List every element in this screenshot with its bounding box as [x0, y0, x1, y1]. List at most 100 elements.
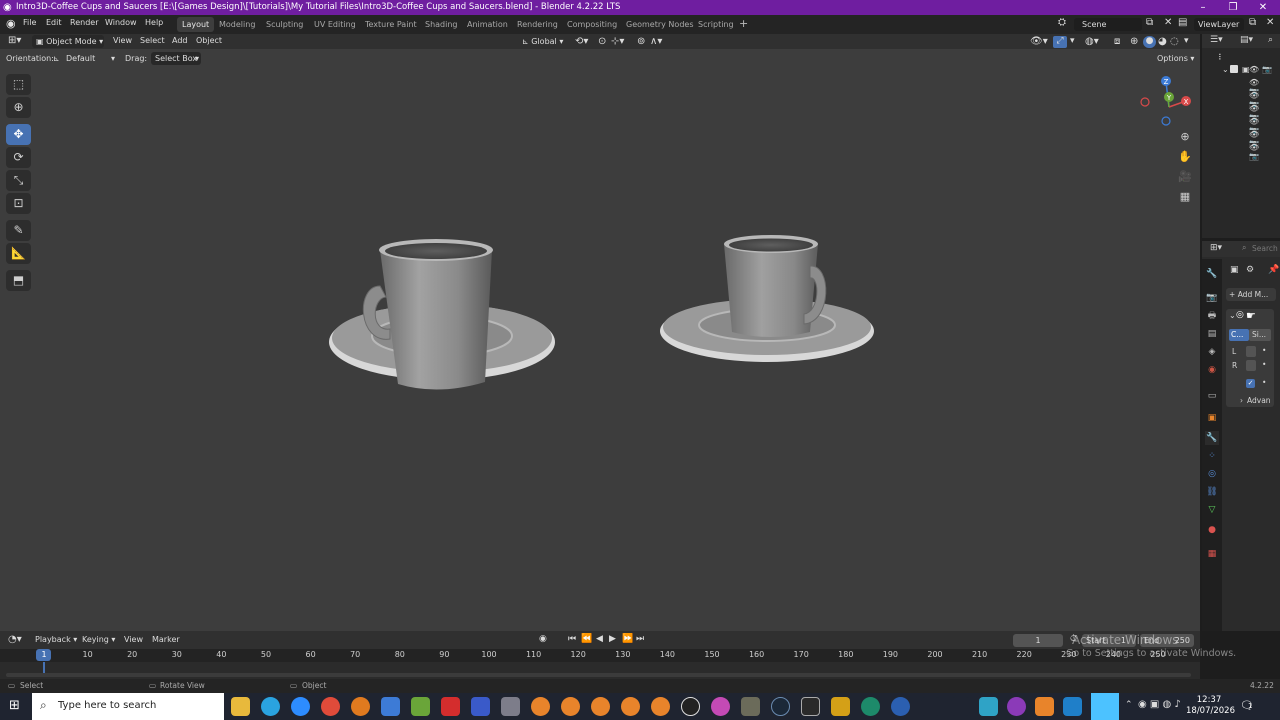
mode-dropdown[interactable]: ▣ Object Mode ▾: [32, 35, 104, 48]
display-mode-icon[interactable]: ▤▾: [1240, 35, 1253, 45]
modifier-tab-s[interactable]: Si...: [1249, 329, 1271, 341]
tab-rendering[interactable]: Rendering: [512, 17, 563, 32]
menu-playback[interactable]: Playback ▾: [35, 635, 77, 644]
texture-tab-icon[interactable]: ▦: [1205, 547, 1219, 561]
tab-modeling[interactable]: Modeling: [214, 17, 260, 32]
menu-window[interactable]: Window: [105, 18, 137, 27]
menu-help[interactable]: Help: [145, 18, 163, 27]
camera-view-button[interactable]: 🎥: [1175, 168, 1195, 186]
wireframe-shading-icon[interactable]: ⊕: [1130, 36, 1138, 47]
minimize-button[interactable]: –: [1188, 0, 1218, 15]
tab-scripting[interactable]: Scripting: [693, 17, 739, 32]
solid-shading-icon[interactable]: ●: [1143, 36, 1156, 48]
chevron-down-icon[interactable]: ⌄: [1222, 65, 1229, 74]
menu-file[interactable]: File: [23, 18, 36, 27]
tab-geometry-nodes[interactable]: Geometry Nodes: [621, 17, 698, 32]
data-tab-icon[interactable]: ▽: [1205, 503, 1219, 517]
blender-icon[interactable]: [531, 697, 550, 716]
modifier-tab-icon[interactable]: 🔧: [1205, 431, 1219, 445]
keyframe-dot-icon[interactable]: •: [1262, 378, 1266, 387]
select-box-tool[interactable]: ⬚: [6, 74, 31, 95]
visibility-icon[interactable]: 👁 📷: [1249, 78, 1269, 96]
chevron-down-icon[interactable]: ⌄: [1229, 311, 1236, 320]
falloff-icon[interactable]: ∧▾: [650, 36, 662, 47]
play-reverse-icon[interactable]: ◀: [596, 634, 603, 644]
search-icon[interactable]: ⌕: [1268, 35, 1273, 45]
pan-button[interactable]: ✋: [1175, 148, 1195, 166]
zoom-button[interactable]: ⊕: [1175, 128, 1195, 146]
visibility-icon[interactable]: 👁 📷: [1249, 130, 1269, 148]
menu-marker[interactable]: Marker: [152, 635, 180, 644]
app-icon[interactable]: [411, 697, 430, 716]
tab-sculpting[interactable]: Sculpting: [261, 17, 308, 32]
gizmo-toggle-icon[interactable]: ⤢: [1053, 36, 1067, 48]
cup-and-saucer-right[interactable]: [650, 224, 890, 404]
transform-tool[interactable]: ⊡: [6, 193, 31, 214]
app-icon[interactable]: [471, 697, 490, 716]
rendered-shading-icon[interactable]: ◌: [1170, 36, 1179, 47]
notion-icon[interactable]: [921, 697, 940, 716]
proportional-editing-icon[interactable]: ⊚: [637, 36, 645, 47]
outliner-panel[interactable]: ☰▾ ▤▾ ⌕ ⠇ ⌄ ▣ 👁 📷 👁 📷 👁 📷 👁 📷 👁 📷 👁 📷 👁 …: [1202, 34, 1280, 238]
maximize-button[interactable]: ❐: [1218, 0, 1248, 15]
menu-edit[interactable]: Edit: [46, 18, 62, 27]
render-visibility-icon[interactable]: 📷: [1262, 65, 1272, 74]
remove-view-layer-icon[interactable]: ✕: [1266, 17, 1274, 28]
world-tab-icon[interactable]: ◉: [1205, 363, 1219, 377]
tray-icons[interactable]: ◉ ▣ ◍ ♪: [1138, 699, 1181, 710]
shading-dropdown-icon[interactable]: ▾: [1184, 36, 1189, 46]
keyframe-dot-icon[interactable]: •: [1262, 346, 1266, 355]
visibility-icon[interactable]: 👁 📷: [1249, 143, 1269, 161]
menu-view[interactable]: View: [113, 36, 132, 45]
menu-object[interactable]: Object: [196, 36, 222, 45]
xray-icon[interactable]: ⧈: [1114, 36, 1120, 47]
perspective-toggle-button[interactable]: ▦: [1175, 188, 1195, 206]
material-tab-icon[interactable]: ●: [1205, 523, 1219, 537]
snap-icon[interactable]: ⊙: [598, 36, 606, 47]
orientation-dropdown[interactable]: Default ▾: [62, 52, 117, 65]
tab-texture-paint[interactable]: Texture Paint: [360, 17, 422, 32]
app-icon[interactable]: [861, 697, 880, 716]
editor-type-icon[interactable]: ☰▾: [1210, 35, 1223, 45]
menu-add[interactable]: Add: [172, 36, 188, 45]
editor-type-icon[interactable]: ⊞▾: [1210, 243, 1222, 253]
snap-target-icon[interactable]: ⊹▾: [611, 36, 624, 47]
object-tab-icon[interactable]: ▣: [1205, 411, 1219, 425]
pin-icon[interactable]: 📌: [1268, 265, 1279, 275]
visibility-icon[interactable]: 👁▾: [1030, 36, 1048, 47]
menu-render[interactable]: Render: [70, 18, 98, 27]
gizmo-neg-x-axis[interactable]: [1140, 97, 1150, 107]
navigation-gizmo[interactable]: Z X Y: [1138, 74, 1196, 128]
remove-scene-icon[interactable]: ✕: [1164, 17, 1172, 28]
auto-keying-icon[interactable]: ◉: [539, 634, 547, 644]
app-icon[interactable]: [381, 697, 400, 716]
modifier-l-field[interactable]: [1246, 346, 1256, 357]
menu-keying[interactable]: Keying ▾: [82, 635, 115, 644]
new-scene-icon[interactable]: ⧉: [1146, 17, 1153, 28]
unity-icon[interactable]: [501, 697, 520, 716]
current-frame-field[interactable]: 1: [1013, 634, 1063, 647]
modifier-checkbox[interactable]: ✓: [1246, 379, 1255, 388]
next-keyframe-icon[interactable]: ⏩: [622, 634, 633, 644]
epic-games-icon[interactable]: [801, 697, 820, 716]
telegram-icon[interactable]: [261, 697, 280, 716]
advanced-section-label[interactable]: Advan: [1247, 396, 1271, 405]
view-layer-tab-icon[interactable]: ▤: [1205, 327, 1219, 341]
app-icon[interactable]: [951, 697, 970, 716]
annotate-tool[interactable]: ✎: [6, 220, 31, 241]
menu-view[interactable]: View: [124, 635, 143, 644]
menu-select[interactable]: Select: [140, 36, 165, 45]
tool-tab-icon[interactable]: 🔧: [1205, 267, 1219, 281]
app-icon[interactable]: [979, 697, 998, 716]
add-cube-tool[interactable]: ⬒: [6, 270, 31, 291]
keyframe-dot-icon[interactable]: •: [1262, 360, 1266, 369]
options-dropdown[interactable]: Options ▾: [1153, 52, 1197, 65]
scale-tool[interactable]: ⤡: [6, 170, 31, 191]
tab-uv-editing[interactable]: UV Editing: [309, 17, 361, 32]
tab-layout[interactable]: Layout: [177, 17, 215, 32]
blender-icon[interactable]: [591, 697, 610, 716]
blender-icon[interactable]: [561, 697, 580, 716]
scene-selector-icon[interactable]: ⛭: [1058, 17, 1066, 28]
add-workspace-button[interactable]: +: [739, 17, 748, 30]
app-icon[interactable]: [711, 697, 730, 716]
